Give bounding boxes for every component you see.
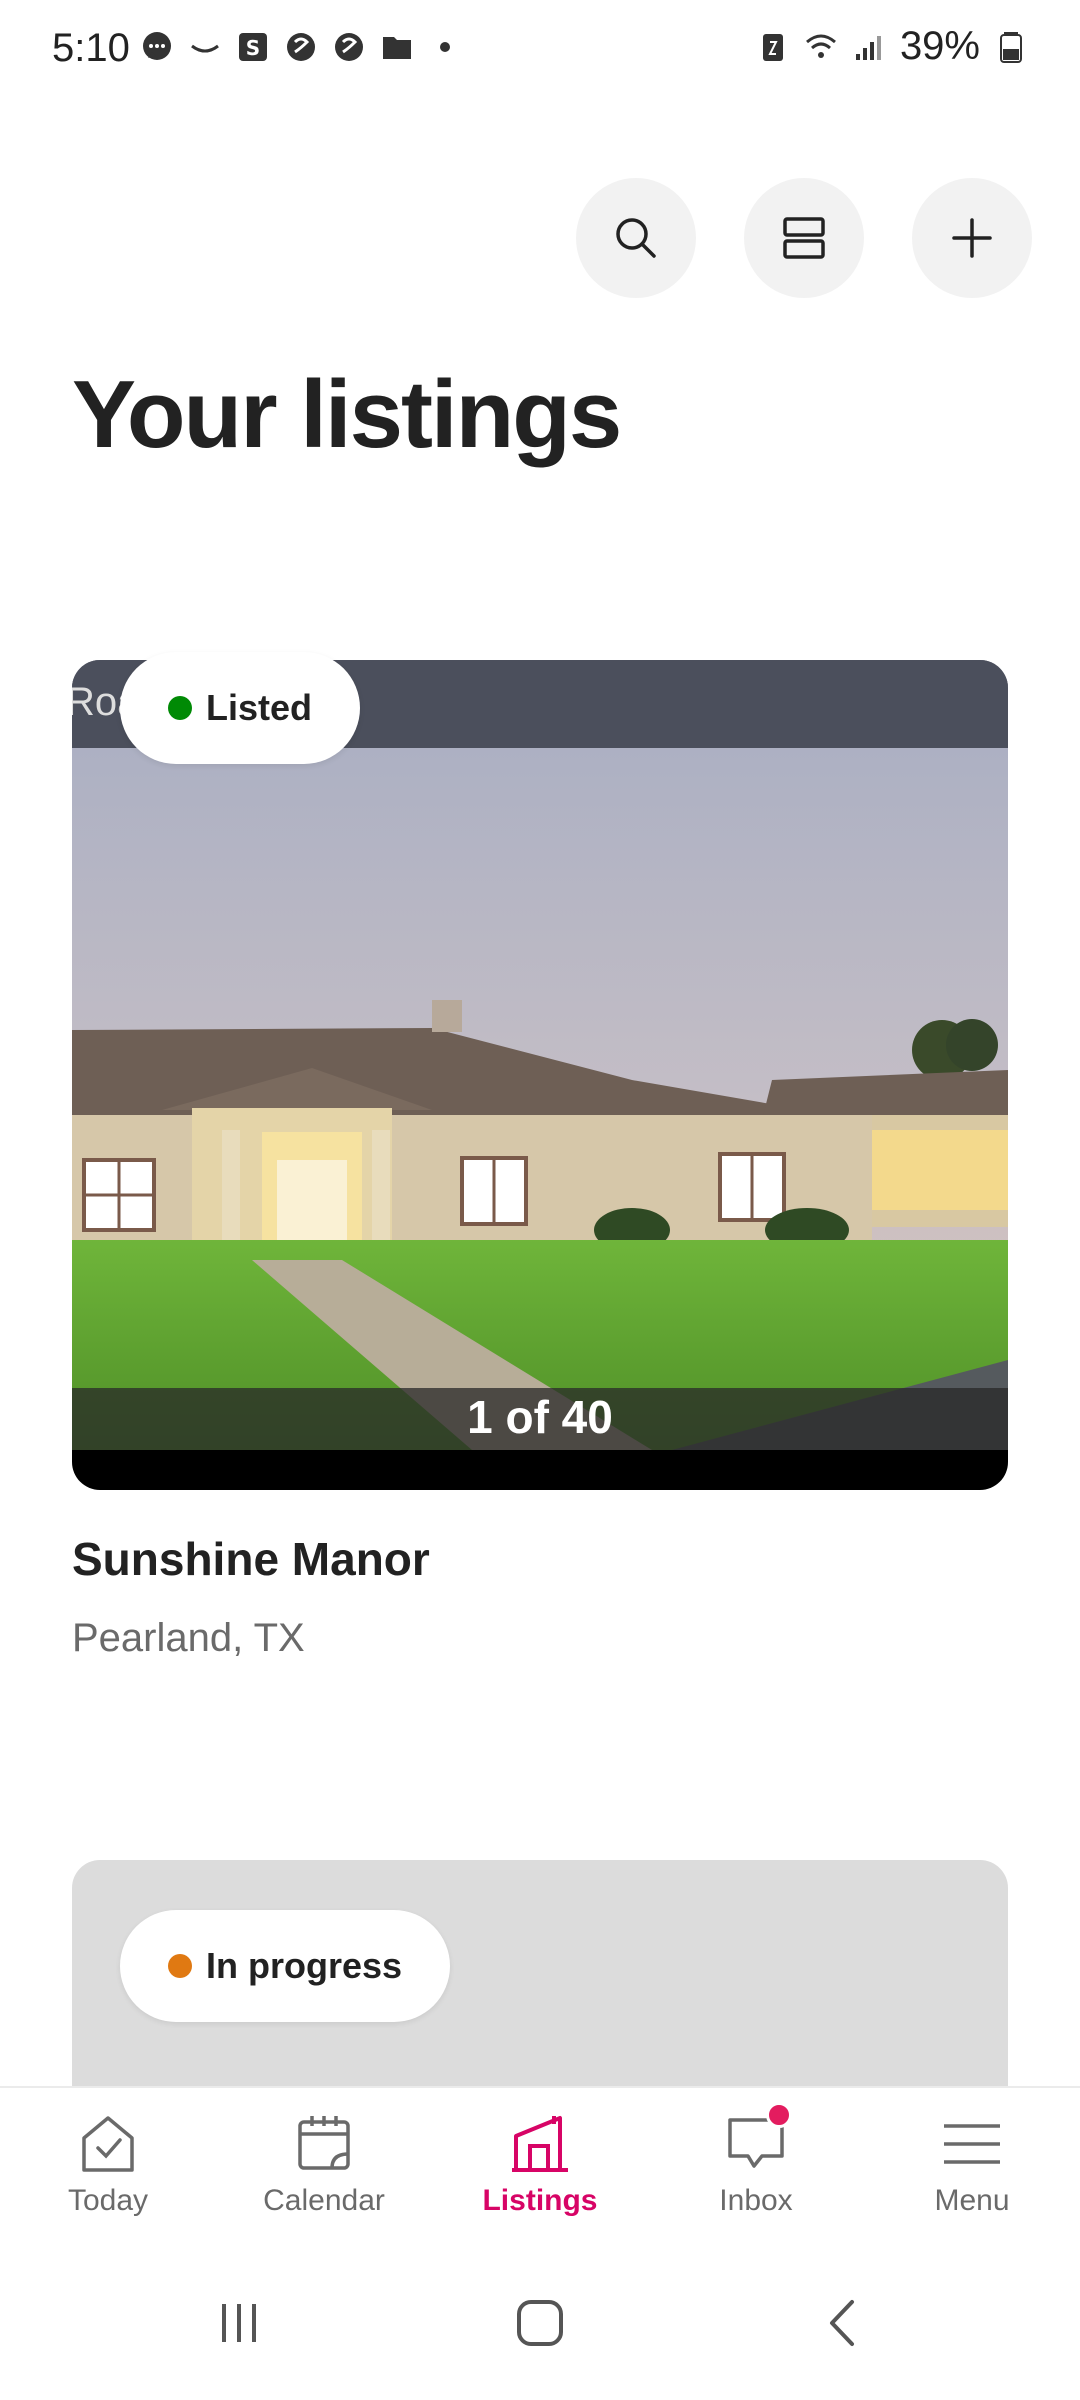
status-label: Listed	[206, 687, 313, 728]
status-bar: 5:10 S 39%	[0, 0, 1080, 100]
status-time: 5:10	[52, 26, 130, 70]
recent-apps-button[interactable]	[204, 2288, 274, 2358]
system-navigation-bar	[0, 2236, 1080, 2400]
recent-apps-icon	[222, 2304, 256, 2342]
listing-location: Pearland, TX	[72, 1616, 305, 1660]
signal-icon	[855, 35, 881, 60]
notification-icons: S	[140, 30, 462, 64]
battery-percentage: 39%	[899, 24, 980, 68]
system-status: 39%	[756, 24, 1028, 69]
listings-icon	[512, 2116, 568, 2172]
nav-label: Inbox	[719, 2184, 793, 2217]
unread-badge	[766, 2102, 792, 2128]
folder-notification-icon	[383, 37, 411, 59]
battery-saver-icon	[762, 33, 783, 61]
view-toggle-button[interactable]	[744, 178, 864, 298]
bottom-navigation: Today Calendar Listings Inbox Menu	[0, 2086, 1080, 2236]
chat-notification-icon	[143, 32, 171, 60]
status-dot-icon	[168, 1954, 192, 1978]
search-icon	[616, 218, 656, 258]
status-badge-in-progress: In progress	[120, 1910, 451, 2022]
nav-label: Calendar	[263, 2184, 385, 2217]
listing-photo[interactable]: Roa 1 of 40	[72, 660, 1008, 1490]
status-dot-icon	[168, 696, 192, 720]
status-label: In progress	[206, 1945, 403, 1986]
battery-icon	[1000, 31, 1022, 63]
page-title: Your listings	[72, 361, 622, 468]
top-actions	[576, 178, 1032, 298]
listing-title[interactable]: Sunshine Manor	[72, 1532, 430, 1586]
back-icon	[830, 2300, 854, 2346]
svg-text:S: S	[246, 36, 260, 60]
calendar-icon	[298, 2116, 350, 2170]
add-listing-button[interactable]	[912, 178, 1032, 298]
back-button[interactable]	[808, 2288, 878, 2358]
search-button[interactable]	[576, 178, 696, 298]
wifi-icon	[805, 34, 836, 58]
menu-icon	[944, 2124, 1000, 2164]
home-button[interactable]	[505, 2288, 575, 2358]
plus-icon	[952, 218, 992, 258]
amazon-notification-icon	[191, 44, 219, 53]
app-notification-icon	[287, 33, 315, 61]
today-icon	[82, 2116, 134, 2172]
home-icon	[517, 2300, 563, 2346]
more-notifications-dot-icon	[440, 42, 450, 52]
nav-label: Today	[67, 2184, 149, 2217]
view-toggle-icon	[783, 217, 825, 259]
nav-label: Menu	[934, 2184, 1010, 2217]
nav-item-listings[interactable]: Listings	[432, 2088, 648, 2236]
photo-counter: 1 of 40	[467, 1391, 613, 1443]
house-photo	[72, 660, 1008, 1450]
nav-item-menu[interactable]: Menu	[864, 2088, 1080, 2236]
status-badge-listed: Listed	[120, 652, 361, 764]
s-app-notification-icon: S	[239, 33, 267, 61]
nav-item-inbox[interactable]: Inbox	[648, 2088, 864, 2236]
nav-item-today[interactable]: Today	[0, 2088, 216, 2236]
nav-label: Listings	[482, 2184, 598, 2217]
nav-item-calendar[interactable]: Calendar	[216, 2088, 432, 2236]
app-notification-icon	[335, 33, 363, 61]
